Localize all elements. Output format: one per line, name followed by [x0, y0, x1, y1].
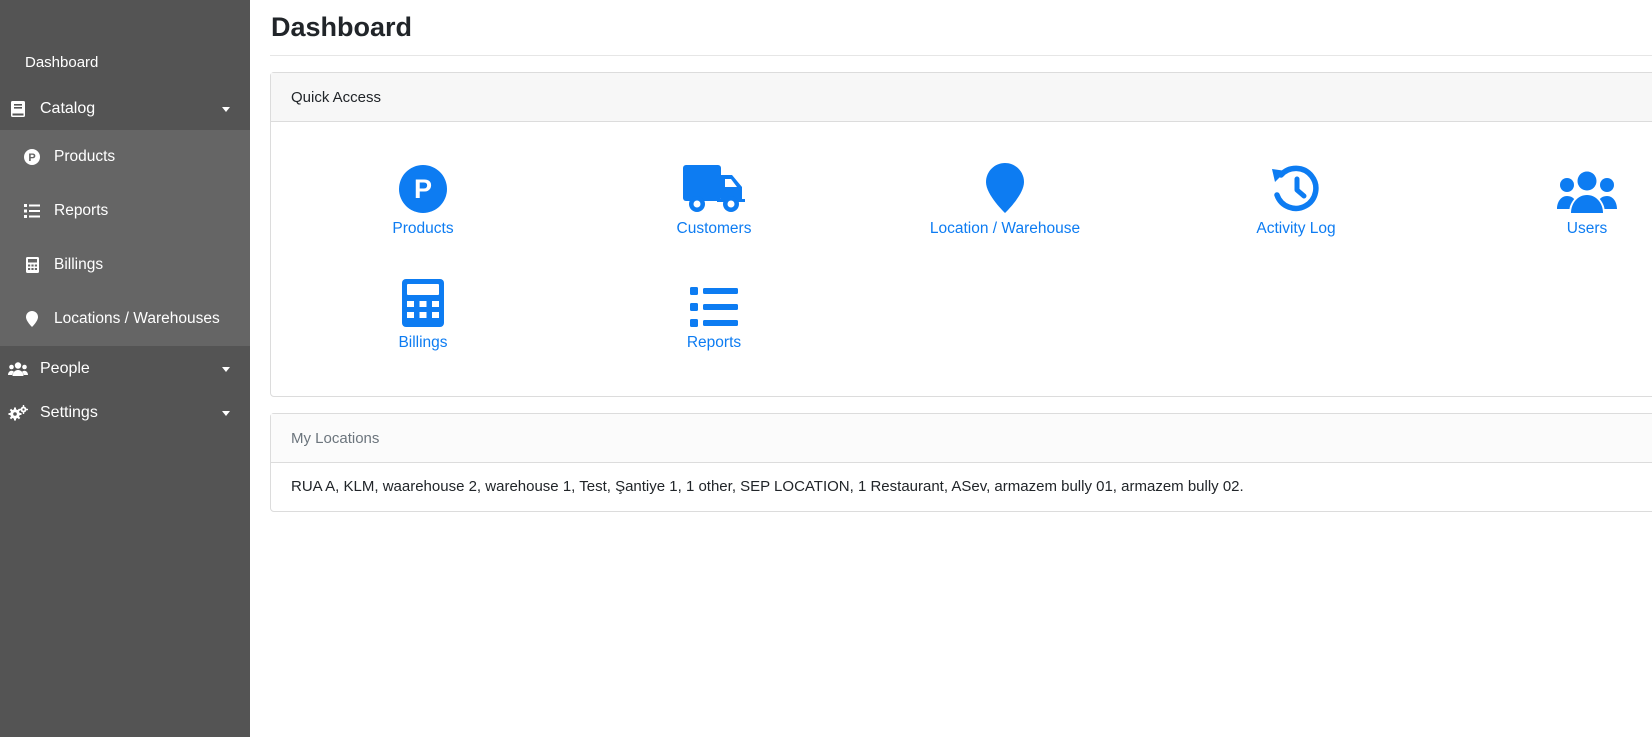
quick-access-card: Quick Access P Products Customers Locati… — [270, 72, 1652, 397]
map-marker-icon — [986, 161, 1024, 213]
quick-access-label: Reports — [686, 334, 742, 351]
title-divider — [270, 55, 1652, 56]
quick-access-activity-log[interactable]: Activity Log — [1186, 161, 1406, 238]
quick-access-customers[interactable]: Customers — [604, 161, 824, 238]
caret-down-icon — [222, 367, 230, 372]
quick-access-label: Users — [1566, 220, 1608, 237]
sidebar-item-catalog[interactable]: Catalog — [0, 90, 250, 128]
sidebar-item-people[interactable]: People — [0, 350, 250, 388]
users-icon — [1557, 161, 1617, 213]
calculator-icon — [402, 275, 444, 327]
sidebar-item-products[interactable]: P Products — [0, 130, 250, 184]
product-p-icon: P — [22, 149, 42, 165]
sidebar-item-billings[interactable]: Billings — [0, 238, 250, 292]
sidebar-item-reports[interactable]: Reports — [0, 184, 250, 238]
quick-access-label: Billings — [398, 334, 448, 351]
my-locations-list: RUA A, KLM, waarehouse 2, warehouse 1, T… — [291, 478, 1244, 495]
sidebar-item-label: Settings — [40, 404, 98, 421]
list-icon — [690, 275, 738, 327]
history-icon — [1271, 161, 1321, 213]
sidebar: Dashboard Catalog P Products Reports Bil… — [0, 0, 250, 737]
svg-text:P: P — [414, 174, 432, 204]
list-icon — [22, 204, 42, 218]
sidebar-item-label: Billings — [54, 256, 104, 273]
calculator-icon — [22, 257, 42, 273]
users-icon — [8, 362, 28, 376]
svg-text:P: P — [28, 152, 35, 164]
sidebar-catalog-submenu: P Products Reports Billings Locations / … — [0, 130, 250, 346]
quick-access-label: Products — [392, 220, 454, 237]
caret-down-icon — [222, 411, 230, 416]
product-p-icon: P — [399, 161, 447, 213]
sidebar-item-settings[interactable]: Settings — [0, 394, 250, 432]
map-marker-icon — [22, 311, 42, 327]
gears-icon — [8, 405, 28, 421]
quick-access-location-warehouse[interactable]: Location / Warehouse — [895, 161, 1115, 238]
page-title: Dashboard — [271, 12, 413, 42]
sidebar-item-label: Locations / Warehouses — [54, 310, 220, 327]
sidebar-item-label: Catalog — [40, 100, 96, 117]
quick-access-header: Quick Access — [271, 73, 1652, 122]
sidebar-item-label: Products — [54, 148, 116, 165]
book-icon — [8, 101, 28, 117]
sidebar-item-label: People — [40, 360, 90, 377]
quick-access-label: Location / Warehouse — [929, 220, 1081, 237]
quick-access-label: Activity Log — [1256, 220, 1336, 237]
sidebar-item-locations-warehouses[interactable]: Locations / Warehouses — [0, 292, 250, 346]
caret-down-icon — [222, 107, 230, 112]
my-locations-card: My Locations RUA A, KLM, waarehouse 2, w… — [270, 413, 1652, 512]
quick-access-users[interactable]: Users — [1477, 161, 1652, 238]
my-locations-header: My Locations — [271, 414, 1652, 463]
truck-icon — [683, 161, 745, 213]
quick-access-products[interactable]: P Products — [313, 161, 533, 238]
sidebar-item-dashboard[interactable]: Dashboard — [25, 54, 98, 71]
quick-access-billings[interactable]: Billings — [313, 275, 533, 352]
quick-access-label: Customers — [676, 220, 752, 237]
main-content: Dashboard Quick Access P Products Custom… — [250, 0, 1652, 737]
sidebar-item-label: Reports — [54, 202, 109, 219]
quick-access-reports[interactable]: Reports — [604, 275, 824, 352]
